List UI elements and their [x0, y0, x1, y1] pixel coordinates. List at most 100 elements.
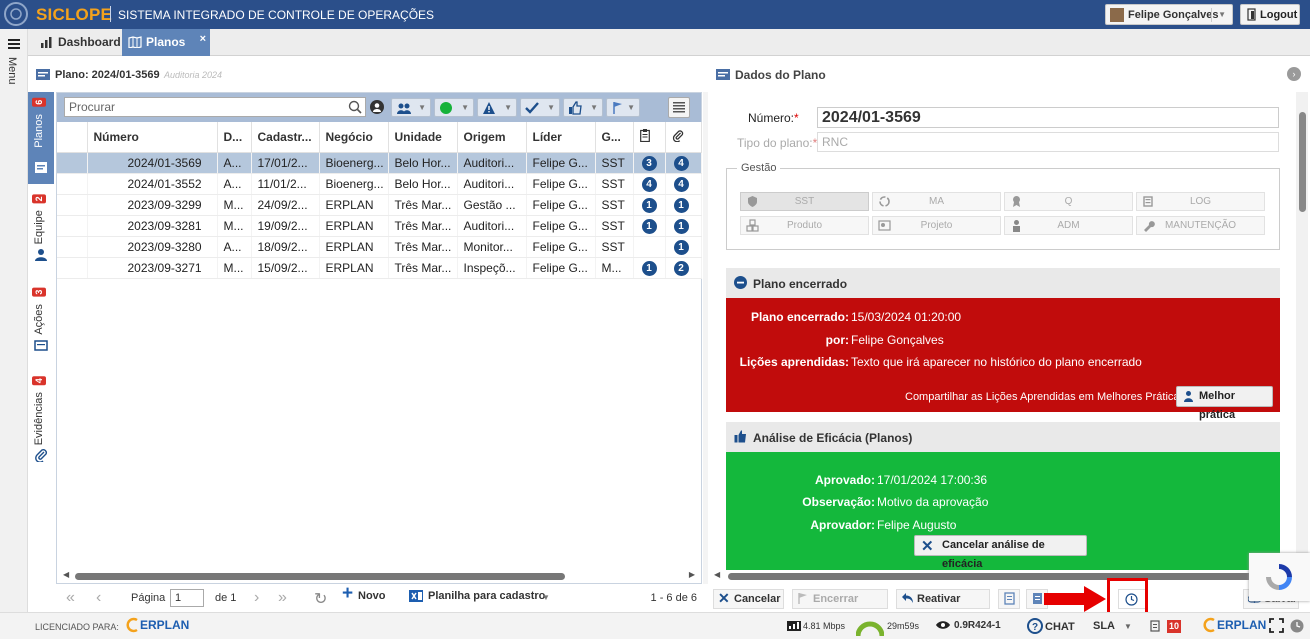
logout-button[interactable]: Logout: [1240, 4, 1300, 25]
gestao-log-button[interactable]: LOG: [1136, 192, 1265, 211]
search-icon[interactable]: [348, 100, 362, 114]
table-row[interactable]: 2024/01-3552 A... 11/01/2... Bioenerg... Bel…: [57, 173, 702, 195]
last-page-icon[interactable]: »: [278, 589, 287, 607]
cell-g: SST: [595, 236, 634, 258]
scrollbar-thumb[interactable]: [728, 573, 1268, 580]
sla-menu[interactable]: SLA: [1093, 620, 1115, 632]
side-tab-acoes[interactable]: Ações 3: [28, 286, 54, 358]
gestao-projeto-button[interactable]: Projeto: [872, 216, 1001, 235]
column-header-cadastro[interactable]: Cadastr...: [251, 122, 320, 153]
gestao-produto-button[interactable]: Produto: [740, 216, 869, 235]
scrollbar-thumb[interactable]: [1299, 112, 1306, 212]
count-badge[interactable]: 1: [673, 197, 689, 213]
count-badge[interactable]: 1: [641, 218, 657, 234]
scroll-right-icon[interactable]: ▶: [689, 570, 695, 579]
count-badge[interactable]: 3: [641, 155, 657, 171]
table-row[interactable]: 2023/09-3281 M... 19/09/2... ERPLAN Três Mar…: [57, 215, 702, 237]
cell-d: M...: [217, 194, 252, 216]
gestao-ma-button[interactable]: MA: [872, 192, 1001, 211]
table-row[interactable]: 2024/01-3569 A... 17/01/2... Bioenerg... Bel…: [57, 152, 702, 174]
first-page-icon[interactable]: «: [66, 589, 75, 607]
user-menu-button[interactable]: Felipe Gonçalves ▼: [1105, 4, 1233, 25]
side-tab-planos[interactable]: Planos 6: [28, 92, 54, 184]
document-icon[interactable]: [1150, 620, 1160, 632]
table-row[interactable]: 2023/09-3299 M... 24/09/2... ERPLAN Três Mar…: [57, 194, 702, 216]
warning-filter-button[interactable]: ▼: [477, 98, 517, 117]
search-input[interactable]: [69, 99, 339, 115]
notification-badge[interactable]: 10: [1167, 620, 1181, 633]
cancel-button[interactable]: ✕ Cancelar: [713, 589, 784, 609]
count-badge[interactable]: 2: [673, 260, 689, 276]
print-button[interactable]: [998, 589, 1020, 609]
gestao-adm-button[interactable]: ADM: [1004, 216, 1133, 235]
clock-icon[interactable]: [1290, 619, 1304, 633]
count-badge[interactable]: 1: [673, 218, 689, 234]
tab-planos[interactable]: Planos ×: [122, 29, 210, 56]
scroll-left-icon[interactable]: ◀: [63, 570, 69, 579]
status-filter-button[interactable]: ▼: [434, 98, 474, 117]
count-badge[interactable]: 4: [673, 155, 689, 171]
cell-numero: 2024/01-3569: [87, 152, 218, 174]
chat-link[interactable]: CHAT: [1045, 621, 1075, 633]
column-header-actions[interactable]: [633, 122, 666, 153]
chevron-down-icon[interactable]: ▼: [1124, 622, 1132, 631]
chevron-down-icon[interactable]: ▼: [542, 593, 550, 602]
count-badge[interactable]: 1: [673, 239, 689, 255]
cubes-icon: [746, 219, 759, 232]
cancel-efficacy-button[interactable]: ✕ Cancelar análise de eficácia: [914, 535, 1087, 570]
count-badge[interactable]: 1: [641, 260, 657, 276]
column-header-g[interactable]: G...: [595, 122, 634, 153]
close-plan-button[interactable]: Encerrar plano: [792, 589, 888, 623]
new-plan-button[interactable]: + Novo: [342, 584, 386, 607]
column-header-evidences[interactable]: [665, 122, 702, 153]
spreadsheet-button[interactable]: Planilha para cadastro: [409, 589, 545, 607]
side-tab-equipe[interactable]: Equipe 2: [28, 192, 54, 272]
gestao-manutencao-button[interactable]: MANUTENÇÃO: [1136, 216, 1265, 235]
table-row[interactable]: 2023/09-3271 M... 15/09/2... ERPLAN Três Mar…: [57, 257, 702, 279]
menu-label[interactable]: Menu: [6, 57, 18, 85]
column-header-negocio[interactable]: Negócio: [319, 122, 389, 153]
side-tab-evidencias[interactable]: Evidências 4: [28, 374, 54, 466]
vertical-scrollbar[interactable]: [1296, 92, 1308, 570]
count-badge[interactable]: 4: [673, 176, 689, 192]
check-filter-button[interactable]: ▼: [520, 98, 560, 117]
numero-field[interactable]: 2024/01-3569: [817, 107, 1279, 128]
gestao-q-button[interactable]: Q: [1004, 192, 1133, 211]
column-header-unidade[interactable]: Unidade: [388, 122, 458, 153]
count-badge[interactable]: 1: [641, 197, 657, 213]
column-header-d[interactable]: D...: [217, 122, 252, 153]
brand-subtitle: SISTEMA INTEGRADO DE CONTROLE DE OPERAÇÕ…: [118, 8, 435, 22]
column-header-numero[interactable]: Número: [87, 122, 218, 153]
best-practice-button[interactable]: Melhor prática: [1176, 386, 1273, 421]
gestao-sst-button[interactable]: SST: [740, 192, 869, 211]
tipo-field[interactable]: RNC: [817, 132, 1279, 152]
count-badge[interactable]: 4: [641, 176, 657, 192]
fullscreen-icon[interactable]: [1269, 618, 1284, 633]
page-input[interactable]: 1: [170, 589, 204, 607]
close-icon[interactable]: ×: [200, 26, 206, 53]
scrollbar-thumb[interactable]: [75, 573, 565, 580]
reactivate-plan-button[interactable]: Reativar plano: [896, 589, 990, 623]
horizontal-scrollbar[interactable]: ◀ ▶: [57, 570, 701, 582]
team-filter-button[interactable]: ▼: [391, 98, 431, 117]
refresh-icon[interactable]: ↻: [314, 589, 327, 609]
flag-filter-button[interactable]: ▼: [606, 98, 640, 117]
logout-label: Logout: [1260, 9, 1298, 21]
tab-dashboard[interactable]: Dashboard: [34, 29, 122, 56]
collapse-panel-icon[interactable]: ›: [1287, 67, 1301, 81]
person-filter-icon[interactable]: [370, 100, 384, 114]
column-header-origem[interactable]: Origem: [457, 122, 527, 153]
recaptcha-badge[interactable]: [1249, 553, 1310, 601]
prev-page-icon[interactable]: ‹: [96, 589, 101, 607]
hamburger-menu-icon[interactable]: [8, 39, 20, 49]
scroll-left-icon[interactable]: ◀: [714, 570, 720, 579]
thumbs-up-icon: [569, 101, 582, 115]
help-chat-icon[interactable]: ?: [1027, 618, 1043, 634]
approval-filter-button[interactable]: ▼: [563, 98, 603, 117]
table-row[interactable]: 2023/09-3280 A... 18/09/2... ERPLAN Três Mar…: [57, 236, 702, 258]
next-page-icon[interactable]: ›: [254, 589, 259, 607]
horizontal-scrollbar[interactable]: ◀: [708, 570, 1308, 582]
paperclip-icon: [672, 130, 683, 143]
column-header-lider[interactable]: Líder: [526, 122, 596, 153]
columns-menu-button[interactable]: [668, 97, 690, 118]
